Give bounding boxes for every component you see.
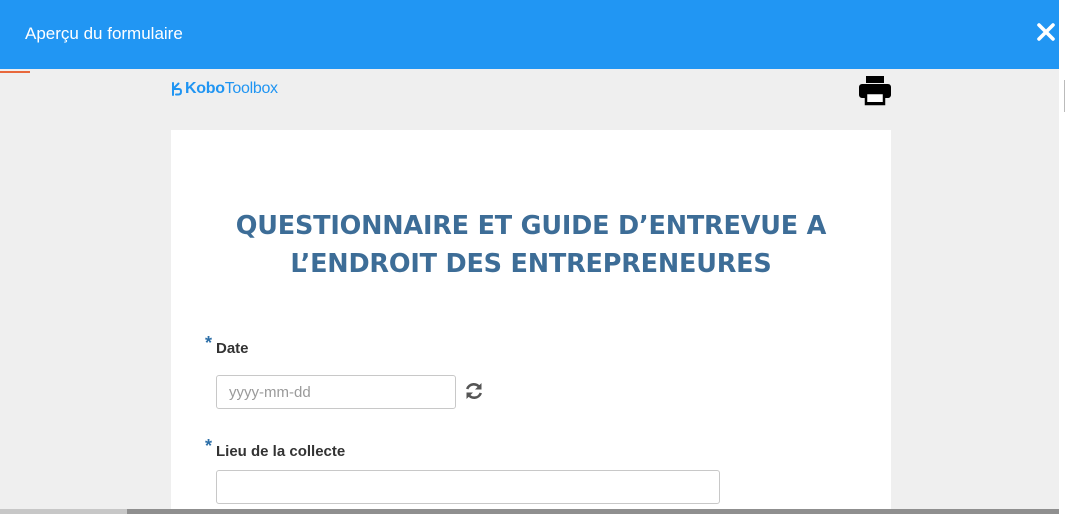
logo-text-prefix: Kobo xyxy=(185,80,225,97)
kobotoolbox-logo-icon xyxy=(172,82,182,96)
modal-title: Aperçu du formulaire xyxy=(25,24,183,43)
modal-scroll-gutter xyxy=(1059,0,1069,514)
date-refresh-button[interactable] xyxy=(463,380,485,402)
logo-text-suffix: Toolbox xyxy=(224,80,278,97)
required-marker: * xyxy=(205,436,213,456)
bottom-scrollbar-thumb[interactable] xyxy=(0,509,127,514)
lieu-de-la-collecte-input[interactable] xyxy=(216,470,720,504)
date-input[interactable] xyxy=(216,375,456,409)
scrollbar-thumb[interactable] xyxy=(1064,80,1069,112)
tab-indicator xyxy=(0,71,30,73)
print-button[interactable] xyxy=(858,74,892,106)
logo-text: KoboToolbox xyxy=(185,80,278,98)
date-label: Date xyxy=(216,340,249,357)
refresh-icon xyxy=(465,383,483,399)
bottom-scrollbar-track xyxy=(0,509,1059,514)
printer-icon xyxy=(859,76,891,106)
close-button[interactable] xyxy=(1033,19,1059,45)
lieu-de-la-collecte-label: Lieu de la collecte xyxy=(216,443,346,460)
form-title: QUESTIONNAIRE ET GUIDE D’ENTREVUE A L’EN… xyxy=(171,207,891,283)
form-title-line-2: L’ENDROIT DES ENTREPRENEURES xyxy=(290,249,772,279)
kobotoolbox-logo: KoboToolbox xyxy=(171,80,278,98)
form-title-line-1: QUESTIONNAIRE ET GUIDE D’ENTREVUE A xyxy=(235,211,827,241)
form-card: QUESTIONNAIRE ET GUIDE D’ENTREVUE A L’EN… xyxy=(171,130,891,514)
required-marker: * xyxy=(205,333,213,353)
modal-header: Aperçu du formulaire xyxy=(0,0,1059,69)
close-icon xyxy=(1037,23,1055,41)
